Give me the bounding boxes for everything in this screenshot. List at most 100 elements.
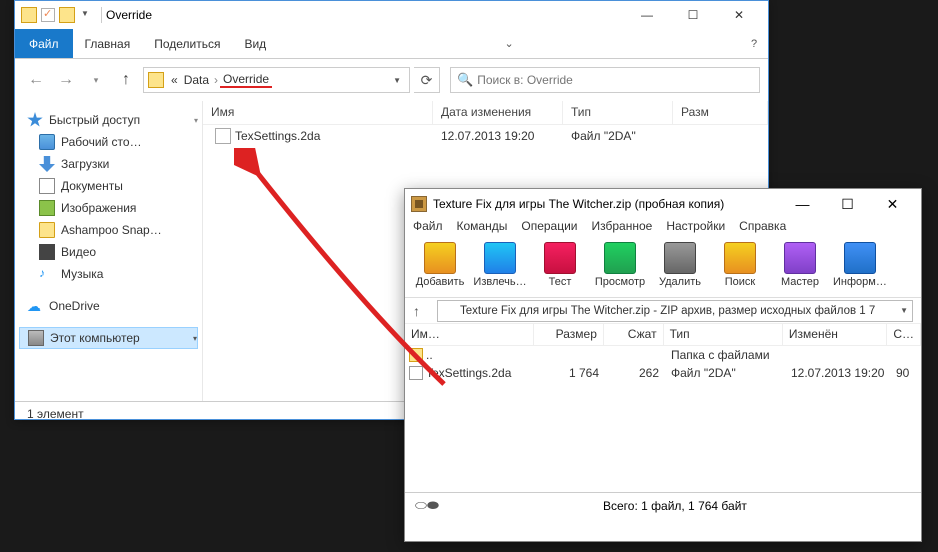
button-label: Тест: [533, 276, 587, 288]
col-size[interactable]: Разм: [673, 101, 768, 124]
window-title: Texture Fix для игры The Witcher.zip (пр…: [433, 197, 780, 211]
ribbon-share-tab[interactable]: Поделиться: [142, 29, 232, 58]
sidebar-downloads[interactable]: Загрузки: [19, 153, 198, 175]
breadcrumb-current[interactable]: Override: [220, 72, 272, 88]
button-label: Мастер: [773, 276, 827, 288]
sidebar-desktop[interactable]: Рабочий сто…: [19, 131, 198, 153]
close-button[interactable]: ✕: [716, 1, 762, 29]
wizard-button[interactable]: Мастер: [773, 242, 827, 295]
sidebar-folder[interactable]: Ashampoo Snap…: [19, 219, 198, 241]
sidebar-label: Этот компьютер: [50, 331, 140, 345]
delete-button[interactable]: Удалить: [653, 242, 707, 295]
ribbon: Файл Главная Поделиться Вид ⌄ ?: [15, 29, 768, 59]
close-button[interactable]: ✕: [870, 190, 915, 219]
minimize-button[interactable]: —: [624, 1, 670, 29]
desktop-icon: [39, 134, 55, 150]
chevron-right-icon: ›: [212, 73, 220, 87]
file-row[interactable]: TexSettings.2da 12.07.2013 19:20 Файл "2…: [203, 125, 768, 147]
col-name[interactable]: Имя: [203, 101, 433, 124]
nav-back-button[interactable]: ←: [23, 67, 49, 93]
explorer-titlebar[interactable]: ▼ Override — ☐ ✕: [15, 1, 768, 29]
sidebar-quick-access[interactable]: Быстрый доступ▾: [19, 109, 198, 131]
sidebar-documents[interactable]: Документы: [19, 175, 198, 197]
winrar-titlebar[interactable]: Texture Fix для игры The Witcher.zip (пр…: [405, 189, 921, 219]
col-packed[interactable]: Сжат: [604, 324, 664, 345]
button-label: Удалить: [653, 276, 707, 288]
nav-forward-button[interactable]: →: [53, 67, 79, 93]
wizard-icon: [784, 242, 816, 274]
star-icon: [27, 112, 43, 128]
sidebar-label: Видео: [61, 245, 96, 259]
sidebar-label: Загрузки: [61, 157, 109, 171]
qat-dropdown-icon[interactable]: ▼: [79, 9, 91, 21]
refresh-button[interactable]: ⟳: [414, 67, 440, 93]
ribbon-file-tab[interactable]: Файл: [15, 29, 73, 58]
menu-operations[interactable]: Операции: [521, 219, 577, 240]
menu-favorites[interactable]: Избранное: [592, 219, 653, 240]
qat-newfolder-icon[interactable]: [59, 7, 75, 23]
col-crc[interactable]: C…: [887, 324, 921, 345]
status-text: Всего: 1 файл, 1 764 байт: [439, 499, 911, 513]
chevron-down-icon[interactable]: ▼: [389, 76, 405, 85]
add-icon: [424, 242, 456, 274]
menu-settings[interactable]: Настройки: [666, 219, 725, 240]
column-headers: Имя Дата изменения Тип Разм: [203, 101, 768, 125]
chevron-down-icon[interactable]: ▼: [900, 306, 908, 315]
ribbon-view-tab[interactable]: Вид: [232, 29, 278, 58]
menu-commands[interactable]: Команды: [457, 219, 508, 240]
col-name[interactable]: Им…: [405, 324, 534, 345]
column-headers: Им… Размер Сжат Тип Изменён C…: [405, 324, 921, 346]
up-button[interactable]: ↑: [413, 303, 433, 319]
extract-button[interactable]: Извлечь…: [473, 242, 527, 295]
search-icon: 🔍: [457, 72, 473, 88]
col-modified[interactable]: Изменён: [783, 324, 887, 345]
nav-recent-button[interactable]: ▾: [83, 67, 109, 93]
menu-help[interactable]: Справка: [739, 219, 786, 240]
file-type: Файл "2DA": [563, 129, 673, 143]
sidebar-onedrive[interactable]: ☁OneDrive: [19, 295, 198, 317]
path-text: Texture Fix для игры The Witcher.zip - Z…: [460, 305, 900, 317]
maximize-button[interactable]: ☐: [670, 1, 716, 29]
button-label: Поиск: [713, 276, 767, 288]
sidebar-music[interactable]: ♪Музыка: [19, 263, 198, 285]
sidebar-label: Документы: [61, 179, 123, 193]
file-type: Папка с файлами: [665, 348, 785, 362]
breadcrumb[interactable]: «: [168, 73, 181, 87]
separator: [101, 7, 102, 23]
col-size[interactable]: Размер: [534, 324, 604, 345]
view-button[interactable]: Просмотр: [593, 242, 647, 295]
sidebar-pictures[interactable]: Изображения: [19, 197, 198, 219]
ribbon-expand-button[interactable]: ⌄: [495, 29, 523, 58]
qat-properties-icon[interactable]: [41, 8, 55, 22]
col-type[interactable]: Тип: [664, 324, 783, 345]
ribbon-help-button[interactable]: ?: [740, 29, 768, 58]
search-input[interactable]: [477, 73, 753, 87]
address-bar[interactable]: « Data › Override ▼: [143, 67, 410, 93]
test-icon: [544, 242, 576, 274]
menu-file[interactable]: Файл: [413, 219, 443, 240]
col-date[interactable]: Дата изменения: [433, 101, 563, 124]
menu-bar: Файл Команды Операции Избранное Настройк…: [405, 219, 921, 240]
add-button[interactable]: Добавить: [413, 242, 467, 295]
pc-icon: [28, 330, 44, 346]
file-row[interactable]: TexSettings.2da 1 764 262 Файл "2DA" 12.…: [405, 364, 921, 382]
find-icon: [724, 242, 756, 274]
downloads-icon: [39, 156, 55, 172]
file-name: TexSettings.2da: [235, 129, 320, 143]
find-button[interactable]: Поиск: [713, 242, 767, 295]
parent-dir-row[interactable]: .. Папка с файлами: [405, 346, 921, 364]
ribbon-home-tab[interactable]: Главная: [73, 29, 143, 58]
col-type[interactable]: Тип: [563, 101, 673, 124]
sidebar-label: Музыка: [61, 267, 103, 281]
folder-icon: [39, 222, 55, 238]
maximize-button[interactable]: ☐: [825, 190, 870, 219]
search-box[interactable]: 🔍: [450, 67, 760, 93]
breadcrumb[interactable]: Data: [181, 73, 212, 87]
minimize-button[interactable]: —: [780, 190, 825, 219]
sidebar-this-pc[interactable]: Этот компьютер▾: [19, 327, 198, 349]
info-button[interactable]: Информаци…: [833, 242, 887, 295]
nav-up-button[interactable]: ↑: [113, 67, 139, 93]
test-button[interactable]: Тест: [533, 242, 587, 295]
sidebar-videos[interactable]: Видео: [19, 241, 198, 263]
path-input[interactable]: Texture Fix для игры The Witcher.zip - Z…: [437, 300, 913, 322]
